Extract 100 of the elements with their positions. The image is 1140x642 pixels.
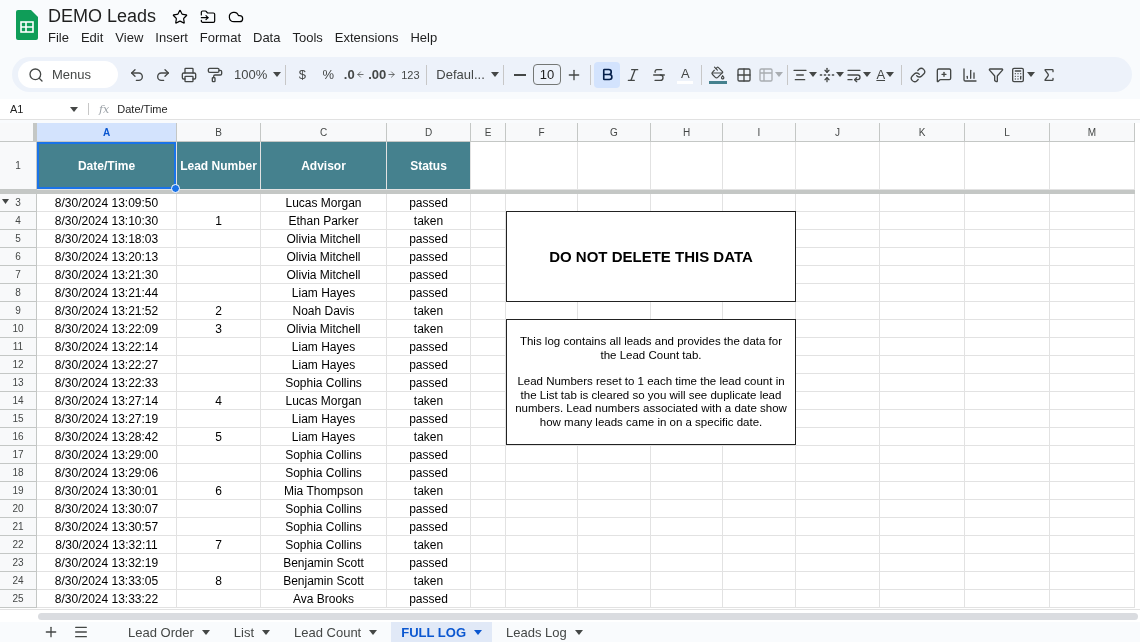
row-header[interactable]: 11	[0, 338, 37, 356]
table-cell: taken	[387, 482, 471, 500]
caret-icon	[369, 629, 378, 635]
table-cell: 8/30/2024 13:21:44	[37, 284, 177, 302]
decrease-decimal-button[interactable]: .0	[341, 61, 368, 88]
row-header[interactable]: 17	[0, 446, 37, 464]
row-header[interactable]: 3	[0, 194, 37, 212]
sheet-tab[interactable]: Lead Order	[118, 622, 220, 642]
row-header[interactable]: 4	[0, 212, 37, 230]
horizontal-scrollbar[interactable]	[38, 612, 1138, 620]
table-cell: Sophia Collins	[261, 518, 387, 536]
column-header[interactable]: A	[37, 123, 177, 142]
document-title[interactable]: DEMO Leads	[48, 6, 157, 27]
row-header[interactable]: 15	[0, 410, 37, 428]
row-header[interactable]: 18	[0, 464, 37, 482]
row-header[interactable]: 22	[0, 536, 37, 554]
zoom-select[interactable]: 100%	[228, 61, 283, 88]
column-header[interactable]: H	[651, 123, 723, 142]
table-cell: 4	[177, 392, 261, 410]
empty-cell	[471, 194, 506, 212]
row-header[interactable]: 24	[0, 572, 37, 590]
table-cell: Benjamin Scott	[261, 554, 387, 572]
increase-decimal-button[interactable]: .00	[367, 61, 398, 88]
menu-item[interactable]: Format	[193, 29, 247, 46]
table-cell: Benjamin Scott	[261, 572, 387, 590]
sheets-logo-icon[interactable]	[16, 10, 38, 40]
row-header[interactable]: 5	[0, 230, 37, 248]
menu-item[interactable]: File	[42, 29, 75, 46]
currency-button[interactable]: $	[289, 61, 316, 88]
sheet-tab[interactable]: FULL LOG	[391, 622, 492, 642]
table-cell: 8/30/2024 13:22:27	[37, 356, 177, 374]
note-paragraph: Lead Numbers reset to 1 each time the lead count in the List tab is cleared so you will see duplicate lead numbers. Lead numbers associated with a date show how many leads came in on a specific date.	[514, 375, 788, 429]
menu-item[interactable]: Help	[404, 29, 444, 46]
table-cell: Sophia Collins	[261, 374, 387, 392]
row-header[interactable]: 23	[0, 554, 37, 572]
menu-item[interactable]: Insert	[149, 29, 194, 46]
table-cell: Olivia Mitchell	[261, 320, 387, 338]
menu-search-field[interactable]: Menus	[18, 61, 118, 88]
column-header[interactable]: F	[506, 123, 578, 142]
row-header[interactable]: 14	[0, 392, 37, 410]
bold-button[interactable]	[594, 61, 621, 88]
column-header[interactable]: K	[880, 123, 965, 142]
row-header[interactable]: 16	[0, 428, 37, 446]
column-header[interactable]: C	[261, 123, 387, 142]
strikethrough-icon	[651, 66, 668, 83]
row-header[interactable]: 20	[0, 500, 37, 518]
column-header[interactable]: J	[796, 123, 880, 142]
menu-item[interactable]: Data	[247, 29, 287, 46]
table-cell: 8/30/2024 13:29:06	[37, 464, 177, 482]
row-header[interactable]: 1	[0, 142, 37, 190]
percent-button[interactable]: %	[315, 61, 342, 88]
row-header[interactable]: 13	[0, 374, 37, 392]
caret-icon	[836, 72, 845, 77]
column-header[interactable]: G	[578, 123, 651, 142]
row-header[interactable]: 8	[0, 284, 37, 302]
row-header[interactable]: 9	[0, 302, 37, 320]
menu-item[interactable]: View	[109, 29, 150, 46]
table-cell: 8/30/2024 13:10:30	[37, 212, 177, 230]
number-format-button[interactable]: 123	[397, 61, 424, 88]
table-cell: taken	[387, 212, 471, 230]
hidden-rows-icon[interactable]	[2, 199, 9, 204]
redo-icon	[155, 66, 171, 83]
decrease-size-icon	[513, 73, 526, 76]
row-header[interactable]: 21	[0, 518, 37, 536]
caret-icon	[775, 72, 784, 77]
menu-item[interactable]: Tools	[286, 29, 329, 46]
column-header[interactable]: M	[1050, 123, 1135, 142]
empty-cell	[651, 446, 723, 464]
font-size-field[interactable]: 10	[532, 64, 562, 85]
sheet-tab[interactable]: List	[223, 622, 280, 642]
table-cell: passed	[387, 464, 471, 482]
font-select[interactable]: Defaul...	[430, 61, 500, 88]
sheet-tab[interactable]: Lead Count	[284, 622, 388, 642]
table-cell: 8/30/2024 13:32:19	[37, 554, 177, 572]
star-icon	[172, 8, 189, 25]
header-cell: Lead Number	[177, 142, 261, 190]
table-cell: Sophia Collins	[261, 446, 387, 464]
name-box[interactable]: A1	[10, 103, 89, 115]
row-header[interactable]: 6	[0, 248, 37, 266]
search-icon	[28, 66, 44, 83]
formula-field[interactable]: Date/Time	[117, 103, 168, 115]
table-cell: 8/30/2024 13:22:09	[37, 320, 177, 338]
empty-cell	[651, 536, 723, 554]
row-header[interactable]: 19	[0, 482, 37, 500]
column-header[interactable]: I	[723, 123, 796, 142]
sheet-tab[interactable]: Leads Log	[496, 622, 593, 642]
row-header[interactable]: 12	[0, 356, 37, 374]
column-header[interactable]: D	[387, 123, 471, 142]
table-cell: taken	[387, 302, 471, 320]
row-header[interactable]: 25	[0, 590, 37, 608]
column-header[interactable]: L	[965, 123, 1050, 142]
arrow-icon	[355, 70, 365, 79]
text-color-button[interactable]: A	[672, 61, 699, 88]
column-header[interactable]: E	[471, 123, 506, 142]
row-header[interactable]: 7	[0, 266, 37, 284]
row-header[interactable]: 10	[0, 320, 37, 338]
column-header[interactable]: B	[177, 123, 261, 142]
text-rotation-button[interactable]: A	[872, 61, 899, 88]
menu-item[interactable]: Extensions	[328, 29, 405, 46]
menu-item[interactable]: Edit	[74, 29, 110, 46]
